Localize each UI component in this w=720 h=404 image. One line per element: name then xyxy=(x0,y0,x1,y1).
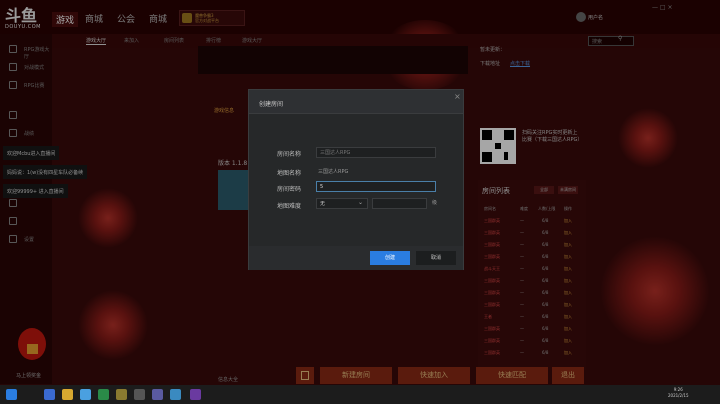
map-name-label: 地图名称 xyxy=(277,170,302,177)
dialog-title: 创建房间 xyxy=(259,101,284,108)
room-password-input[interactable]: 5 xyxy=(316,181,436,192)
room-password-label: 房间密码 xyxy=(277,186,302,193)
dialog-header: 创建房间 × xyxy=(249,90,463,114)
taskbar-app-icon[interactable] xyxy=(190,389,201,400)
taskbar-app-icon[interactable] xyxy=(62,389,73,400)
taskbar-app-icon[interactable] xyxy=(116,389,127,400)
room-name-label: 房间名称 xyxy=(277,151,302,158)
chevron-down-icon: ⌄ xyxy=(357,199,363,206)
taskbar-app-icon[interactable] xyxy=(134,389,145,400)
taskbar xyxy=(0,385,720,404)
taskbar-app-icon[interactable] xyxy=(80,389,91,400)
close-icon[interactable]: × xyxy=(454,92,461,101)
difficulty-value: 无 xyxy=(320,201,326,207)
room-name-input[interactable]: 三国达人RPG xyxy=(316,147,436,158)
windows-start-icon[interactable] xyxy=(6,389,17,400)
create-button[interactable]: 创建 xyxy=(370,251,410,265)
taskbar-app-icon[interactable] xyxy=(152,389,163,400)
difficulty-select[interactable]: 无 ⌄ xyxy=(316,198,368,209)
clock-time: 9:26 xyxy=(673,387,683,392)
taskbar-app-icon[interactable] xyxy=(98,389,109,400)
taskbar-app-icon[interactable] xyxy=(44,389,55,400)
taskbar-app-icon[interactable] xyxy=(170,389,181,400)
level-unit: 级 xyxy=(432,200,438,206)
map-name-value: 三国达人RPG xyxy=(318,169,349,175)
map-difficulty-label: 地图难度 xyxy=(277,203,302,210)
clock-date: 2021/2/15 xyxy=(668,393,689,398)
create-room-dialog: 创建房间 × 房间名称 三国达人RPG 地图名称 三国达人RPG 房间密码 5 … xyxy=(248,89,464,270)
cancel-button[interactable]: 取消 xyxy=(416,251,456,265)
level-input[interactable] xyxy=(372,198,427,209)
system-clock[interactable]: 9:26 2021/2/15 xyxy=(668,387,689,399)
